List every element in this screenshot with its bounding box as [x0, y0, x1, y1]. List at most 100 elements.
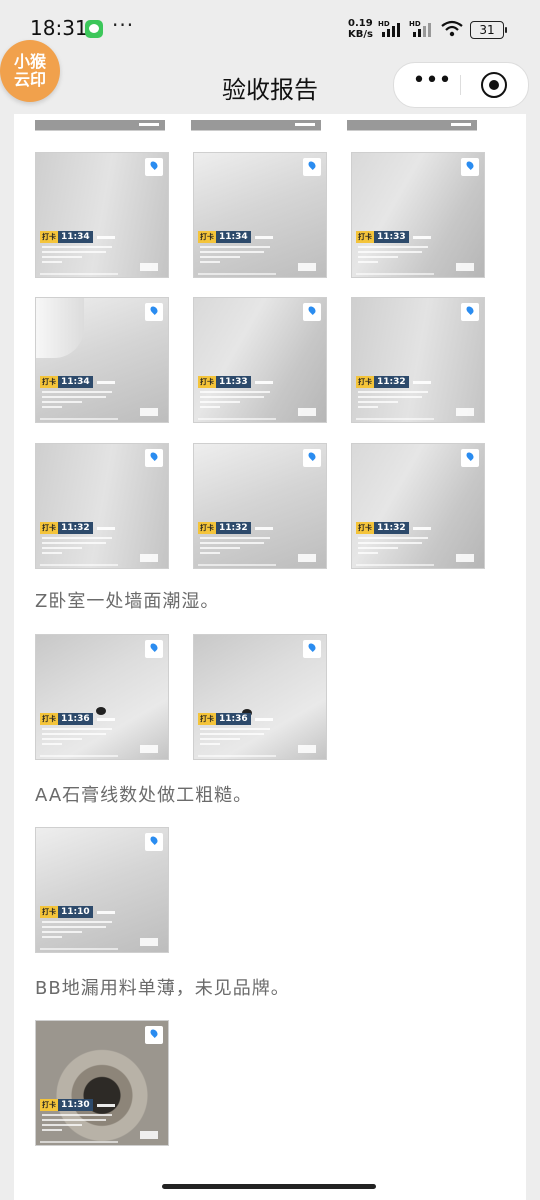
inspection-photo[interactable]: 打卡 11:36	[193, 634, 327, 760]
watermark-tag: 打卡	[198, 713, 216, 725]
location-icon	[303, 449, 321, 467]
app-logo: 小猴 云印	[0, 40, 60, 102]
watermark-tag: 打卡	[40, 376, 58, 388]
watermark-time: 11:36	[58, 713, 93, 725]
photo-cropped[interactable]	[35, 120, 165, 131]
location-icon	[461, 158, 479, 176]
watermark-tag: 打卡	[356, 231, 374, 243]
watermark-time: 11:30	[58, 1099, 93, 1111]
network-speed-unit: KB/s	[348, 29, 373, 40]
inspection-photo[interactable]: 打卡 11:33	[193, 297, 327, 423]
issue-caption: Z卧室一处墙面潮湿。	[35, 591, 220, 612]
mini-program-capsule: •••	[393, 62, 529, 108]
photo-row: 打卡 11:34 打卡 11:34 打卡 11:33	[35, 152, 485, 278]
photo-row: 打卡 11:30	[35, 1020, 169, 1146]
logo-text-line2: 云印	[13, 70, 46, 89]
watermark-time: 11:32	[374, 376, 409, 388]
inspection-photo[interactable]: 打卡 11:34	[35, 152, 169, 278]
location-icon	[303, 640, 321, 658]
timestamp-watermark: 打卡 11:32	[356, 522, 431, 534]
issue-caption: AA石膏线数处做工粗糙。	[35, 785, 253, 806]
location-icon	[145, 640, 163, 658]
inspection-photo[interactable]: 打卡 11:34	[193, 152, 327, 278]
watermark-tag: 打卡	[198, 522, 216, 534]
close-miniprogram-icon[interactable]	[481, 72, 507, 98]
location-icon	[303, 303, 321, 321]
issue-caption: BB地漏用料单薄，未见品牌。	[35, 978, 290, 999]
watermark-tag: 打卡	[40, 1099, 58, 1111]
watermark-time: 11:10	[58, 906, 93, 918]
signal-icon-2: HD	[409, 20, 431, 37]
inspection-photo[interactable]: 打卡 11:10	[35, 827, 169, 953]
network-speed-value: 0.19	[348, 18, 373, 29]
location-icon	[303, 158, 321, 176]
location-icon	[461, 449, 479, 467]
more-notifications-icon: ···	[112, 13, 135, 37]
inspection-photo[interactable]: 打卡 11:36	[35, 634, 169, 760]
location-icon	[145, 833, 163, 851]
more-menu-icon[interactable]: •••	[412, 70, 452, 95]
timestamp-watermark: 打卡 11:34	[40, 231, 115, 243]
inspection-photo[interactable]: 打卡 11:32	[351, 443, 485, 569]
watermark-tag: 打卡	[40, 713, 58, 725]
capsule-divider	[460, 75, 461, 95]
hd-label: HD	[378, 20, 390, 28]
watermark-time: 11:34	[216, 231, 251, 243]
location-icon	[145, 1026, 163, 1044]
inspection-photo[interactable]: 打卡 11:32	[351, 297, 485, 423]
timestamp-watermark: 打卡 11:36	[198, 713, 273, 725]
location-icon	[145, 158, 163, 176]
photo-cropped[interactable]	[347, 120, 477, 131]
watermark-tag: 打卡	[198, 376, 216, 388]
message-notification-icon	[85, 20, 103, 38]
timestamp-watermark: 打卡 11:10	[40, 906, 115, 918]
photo-cropped[interactable]	[191, 120, 321, 131]
watermark-time: 11:34	[58, 231, 93, 243]
watermark-time: 11:32	[374, 522, 409, 534]
home-indicator[interactable]	[162, 1184, 376, 1189]
battery-indicator: 31	[470, 21, 507, 39]
location-icon	[461, 303, 479, 321]
inspection-photo[interactable]: 打卡 11:32	[193, 443, 327, 569]
timestamp-watermark: 打卡 11:34	[198, 231, 273, 243]
shower-fixture	[36, 298, 84, 358]
watermark-time: 11:32	[58, 522, 93, 534]
watermark-time: 11:33	[374, 231, 409, 243]
inspection-photo[interactable]: 打卡 11:30	[35, 1020, 169, 1146]
watermark-tag: 打卡	[40, 522, 58, 534]
inspection-photo[interactable]: 打卡 11:34	[35, 297, 169, 423]
report-content: 打卡11:34 打卡11:34 打卡11:33 打卡11:34 打卡1	[14, 114, 526, 1200]
logo-text-line1: 小猴	[13, 52, 46, 71]
timestamp-watermark: 打卡 11:33	[198, 376, 273, 388]
watermark-tag: 打卡	[356, 376, 374, 388]
photo-row: 打卡 11:10	[35, 827, 169, 953]
photo-row: 打卡 11:32 打卡 11:32 打卡 11:32	[35, 443, 485, 569]
inspection-photo[interactable]: 打卡 11:32	[35, 443, 169, 569]
watermark-tag: 打卡	[198, 231, 216, 243]
status-bar: 18:31 ··· 0.19 KB/s HD HD 31	[0, 0, 540, 58]
timestamp-watermark: 打卡 11:30	[40, 1099, 115, 1111]
location-icon	[145, 303, 163, 321]
location-icon	[145, 449, 163, 467]
watermark-time: 11:33	[216, 376, 251, 388]
photo-row: 打卡 11:34 打卡 11:33 打卡 11:32	[35, 297, 485, 423]
network-speed: 0.19 KB/s	[348, 18, 373, 40]
timestamp-watermark: 打卡 11:32	[40, 522, 115, 534]
timestamp-watermark: 打卡 11:33	[356, 231, 431, 243]
timestamp-watermark: 打卡 11:32	[198, 522, 273, 534]
inspection-photo[interactable]: 打卡 11:33	[351, 152, 485, 278]
hd-label-2: HD	[409, 20, 421, 28]
timestamp-watermark: 打卡 11:36	[40, 713, 115, 725]
watermark-time: 11:34	[58, 376, 93, 388]
watermark-tag: 打卡	[40, 231, 58, 243]
nav-bar: 验收报告 •••	[0, 58, 540, 114]
photo-row: 打卡 11:36 打卡 11:36	[35, 634, 327, 760]
status-time: 18:31	[30, 16, 88, 40]
timestamp-watermark: 打卡 11:34	[40, 376, 115, 388]
watermark-time: 11:36	[216, 713, 251, 725]
timestamp-watermark: 打卡 11:32	[356, 376, 431, 388]
signal-icon: HD	[378, 20, 400, 37]
watermark-tag: 打卡	[40, 906, 58, 918]
watermark-time: 11:32	[216, 522, 251, 534]
wifi-icon	[441, 20, 463, 37]
